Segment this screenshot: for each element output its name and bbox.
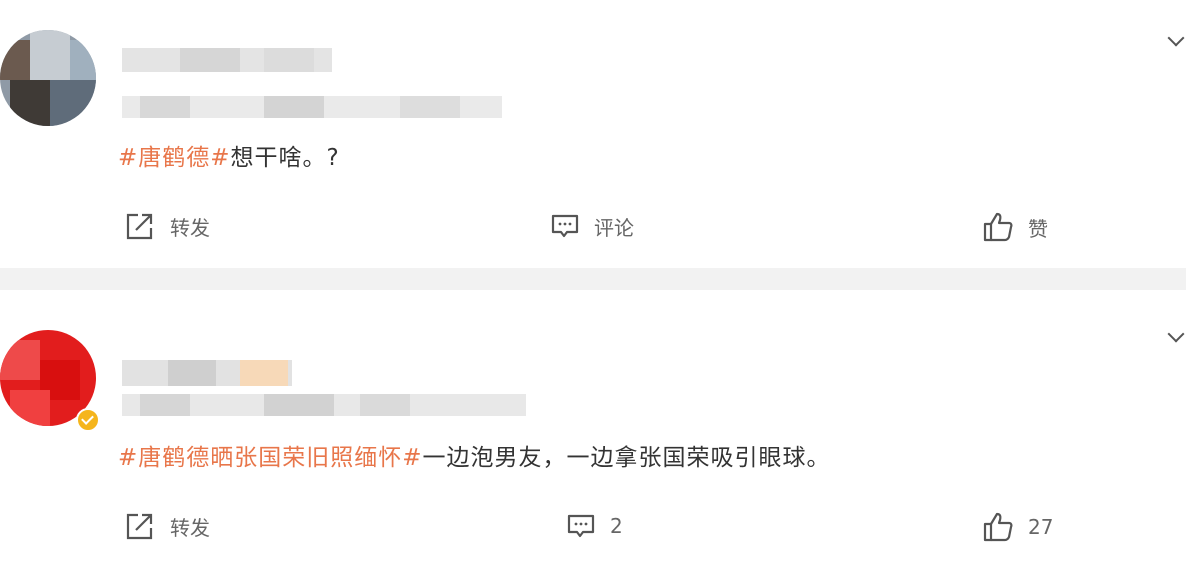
comment-label: 评论: [594, 215, 634, 240]
chevron-down-icon[interactable]: [1167, 325, 1185, 343]
repost-icon: [126, 513, 153, 540]
post-content: #唐鹤德晒张国荣旧照缅怀#一边泡男友，一边拿张国荣吸引眼球。: [118, 438, 831, 472]
comment-button[interactable]: 2: [566, 511, 623, 541]
thumbs-up-icon: [983, 512, 1013, 542]
avatar[interactable]: [0, 30, 96, 126]
verified-badge-icon: [76, 408, 100, 432]
like-label: 赞: [1028, 216, 1048, 241]
repost-label: 转发: [170, 515, 210, 540]
weibo-post-1: #唐鹤德#想干啥。? 转发 评论 赞: [0, 0, 1186, 268]
like-button[interactable]: 赞: [982, 211, 1048, 243]
post-text: 一边泡男友，一边拿张国荣吸引眼球。: [422, 445, 831, 471]
comment-icon: [567, 514, 595, 538]
repost-icon: [126, 213, 153, 240]
chevron-down-icon[interactable]: [1167, 29, 1185, 47]
like-button[interactable]: 27: [982, 511, 1053, 543]
repost-button[interactable]: 转发: [124, 211, 210, 241]
like-count: 27: [1028, 515, 1054, 539]
thumbs-up-icon: [983, 212, 1013, 242]
comment-button[interactable]: 评论: [550, 211, 634, 241]
post-divider: [0, 268, 1186, 290]
comment-icon: [551, 214, 579, 238]
post-content: #唐鹤德#想干啥。?: [118, 138, 340, 172]
topic-link[interactable]: #唐鹤德#: [118, 145, 231, 171]
repost-label: 转发: [170, 215, 210, 240]
topic-link[interactable]: #唐鹤德晒张国荣旧照缅怀#: [118, 445, 423, 471]
repost-button[interactable]: 转发: [124, 511, 210, 541]
comment-count: 2: [610, 514, 623, 538]
weibo-post-2: #唐鹤德晒张国荣旧照缅怀#一边泡男友，一边拿张国荣吸引眼球。 转发 2 27: [0, 290, 1186, 570]
post-text: 想干啥。?: [230, 145, 340, 171]
